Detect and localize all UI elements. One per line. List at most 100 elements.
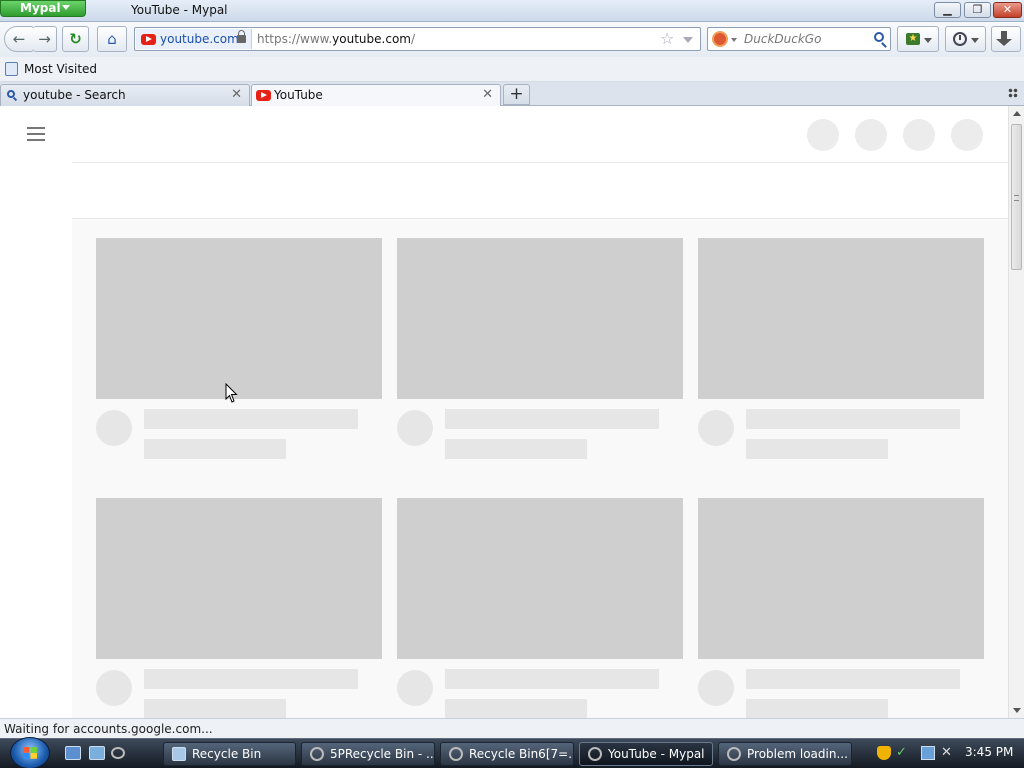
status-text: Waiting for accounts.google.com... [4, 722, 213, 736]
youtube-icon [141, 34, 156, 45]
meta-placeholder [445, 699, 587, 718]
taskbar-item-youtube-mypal[interactable]: YouTube - Mypal [579, 742, 713, 766]
thumbnail-placeholder [698, 238, 984, 399]
tab-youtube-search[interactable]: youtube - Search ✕ [0, 84, 250, 106]
lock-icon [237, 30, 246, 43]
search-engine-dropdown-icon[interactable] [731, 38, 737, 42]
maximize-button[interactable]: ❐ [964, 2, 991, 18]
title-placeholder [746, 669, 960, 689]
history-button[interactable] [945, 26, 986, 52]
youtube-icon [256, 90, 271, 101]
taskbar-item-label: Recycle Bin6[7=... [469, 747, 574, 761]
avatar-placeholder [96, 410, 132, 446]
title-placeholder [445, 409, 659, 429]
grip-icon [1014, 195, 1019, 201]
bookmarks-icon: ★ [906, 33, 920, 45]
taskbar-item-label: Problem loadin... [747, 747, 848, 761]
taskbar: Recycle Bin 5PRecycle Bin - ... Recycle … [0, 737, 1024, 768]
tab-label: youtube - Search [23, 88, 126, 102]
title-bar: Mypal YouTube - Mypal ▁ ❐ ✕ [0, 0, 1024, 22]
taskbar-item-mypal-1[interactable]: 5PRecycle Bin - ... [301, 742, 435, 766]
minimize-icon: ▁ [943, 3, 952, 16]
taskbar-item-mypal-2[interactable]: Recycle Bin6[7=... [440, 742, 574, 766]
check-icon[interactable]: ✓ [896, 746, 910, 760]
chips-bar-placeholder [72, 163, 1008, 219]
chevron-down-icon [924, 38, 932, 43]
system-clock[interactable]: 3:45 PM [965, 745, 1013, 759]
video-grid-skeleton [72, 219, 1008, 718]
reload-button[interactable]: ↻ [62, 26, 89, 52]
scrollbar-thumb[interactable] [1011, 124, 1022, 270]
home-button[interactable]: ⌂ [97, 26, 127, 52]
reload-icon: ↻ [69, 30, 82, 48]
meta-placeholder [746, 699, 888, 718]
taskbar-item-recycle-bin[interactable]: Recycle Bin [163, 742, 296, 766]
url-text[interactable]: https://www.youtube.com/ [257, 32, 415, 46]
restore-icon: ❐ [972, 3, 983, 16]
url-domain: youtube.com [332, 32, 411, 46]
menu-icon[interactable] [27, 127, 45, 141]
show-desktop-icon[interactable] [65, 746, 81, 760]
thumbnail-placeholder [397, 498, 683, 659]
meta-placeholder [746, 439, 888, 459]
close-tab-icon[interactable]: ✕ [231, 87, 242, 102]
security-shield-icon[interactable] [877, 746, 891, 760]
taskbar-item-label: Recycle Bin [192, 747, 262, 761]
downloads-button[interactable] [991, 26, 1021, 52]
start-button[interactable] [10, 737, 50, 768]
url-suffix: / [410, 32, 416, 46]
forward-button[interactable]: → [33, 26, 57, 52]
bookmarks-toolbar: Most Visited [0, 57, 1024, 82]
mypal-icon [727, 747, 741, 761]
title-placeholder [144, 669, 358, 689]
back-button[interactable]: ← [4, 26, 34, 52]
close-window-button[interactable]: ✕ [993, 2, 1022, 18]
back-arrow-icon: ← [12, 30, 26, 48]
scroll-down-icon[interactable] [1013, 708, 1021, 713]
home-icon: ⌂ [107, 30, 117, 48]
page-content [0, 106, 1008, 718]
title-placeholder [445, 669, 659, 689]
network-icon[interactable] [921, 746, 935, 760]
download-arrow-icon [996, 31, 1012, 46]
duckduckgo-icon[interactable] [712, 31, 728, 47]
navigation-toolbar: ← → ↻ ⌂ youtube.com https://www.youtube.… [0, 22, 1024, 57]
meta-placeholder [445, 439, 587, 459]
url-prefix: https://www. [257, 32, 333, 46]
minimize-button[interactable]: ▁ [934, 2, 961, 18]
search-bar[interactable]: DuckDuckGo [707, 27, 891, 51]
app-menu-button[interactable]: Mypal [0, 0, 86, 17]
bookmarks-menu-button[interactable]: ★ [897, 26, 939, 52]
search-placeholder: DuckDuckGo [744, 32, 822, 46]
site-identity-button[interactable]: youtube.com [136, 29, 252, 49]
all-tabs-icon[interactable] [1008, 88, 1018, 98]
thumbnail-placeholder [96, 238, 382, 399]
chevron-down-icon [971, 38, 979, 43]
forward-arrow-icon: → [38, 30, 51, 48]
taskbar-item-problem-loading[interactable]: Problem loadin... [718, 742, 852, 766]
scroll-up-icon[interactable] [1013, 111, 1021, 116]
new-tab-button[interactable]: + [503, 84, 530, 105]
meta-placeholder [144, 439, 286, 459]
site-identity-label: youtube.com [160, 32, 239, 46]
meta-placeholder [144, 699, 286, 718]
title-placeholder [144, 409, 358, 429]
bookmark-star-icon[interactable]: ☆ [660, 29, 674, 48]
mypal-quicklaunch-icon[interactable] [111, 747, 125, 759]
close-tab-icon[interactable]: ✕ [482, 87, 493, 102]
mypal-icon [588, 747, 602, 761]
volume-muted-icon[interactable]: ✕ [941, 746, 955, 760]
taskbar-item-label: YouTube - Mypal [608, 747, 705, 761]
bookmark-most-visited[interactable]: Most Visited [24, 62, 97, 76]
header-placeholder-circle [855, 119, 887, 151]
title-placeholder [746, 409, 960, 429]
search-icon[interactable] [874, 32, 884, 42]
tab-label: YouTube [274, 88, 323, 102]
url-history-dropdown-icon[interactable] [683, 37, 693, 43]
tab-youtube[interactable]: YouTube ✕ [251, 84, 501, 107]
url-bar[interactable]: youtube.com https://www.youtube.com/ ☆ [134, 27, 701, 51]
recycle-bin-icon [172, 747, 186, 761]
switch-windows-icon[interactable] [89, 746, 105, 760]
vertical-scrollbar[interactable] [1008, 106, 1024, 718]
app-menu-label: Mypal [20, 1, 61, 15]
